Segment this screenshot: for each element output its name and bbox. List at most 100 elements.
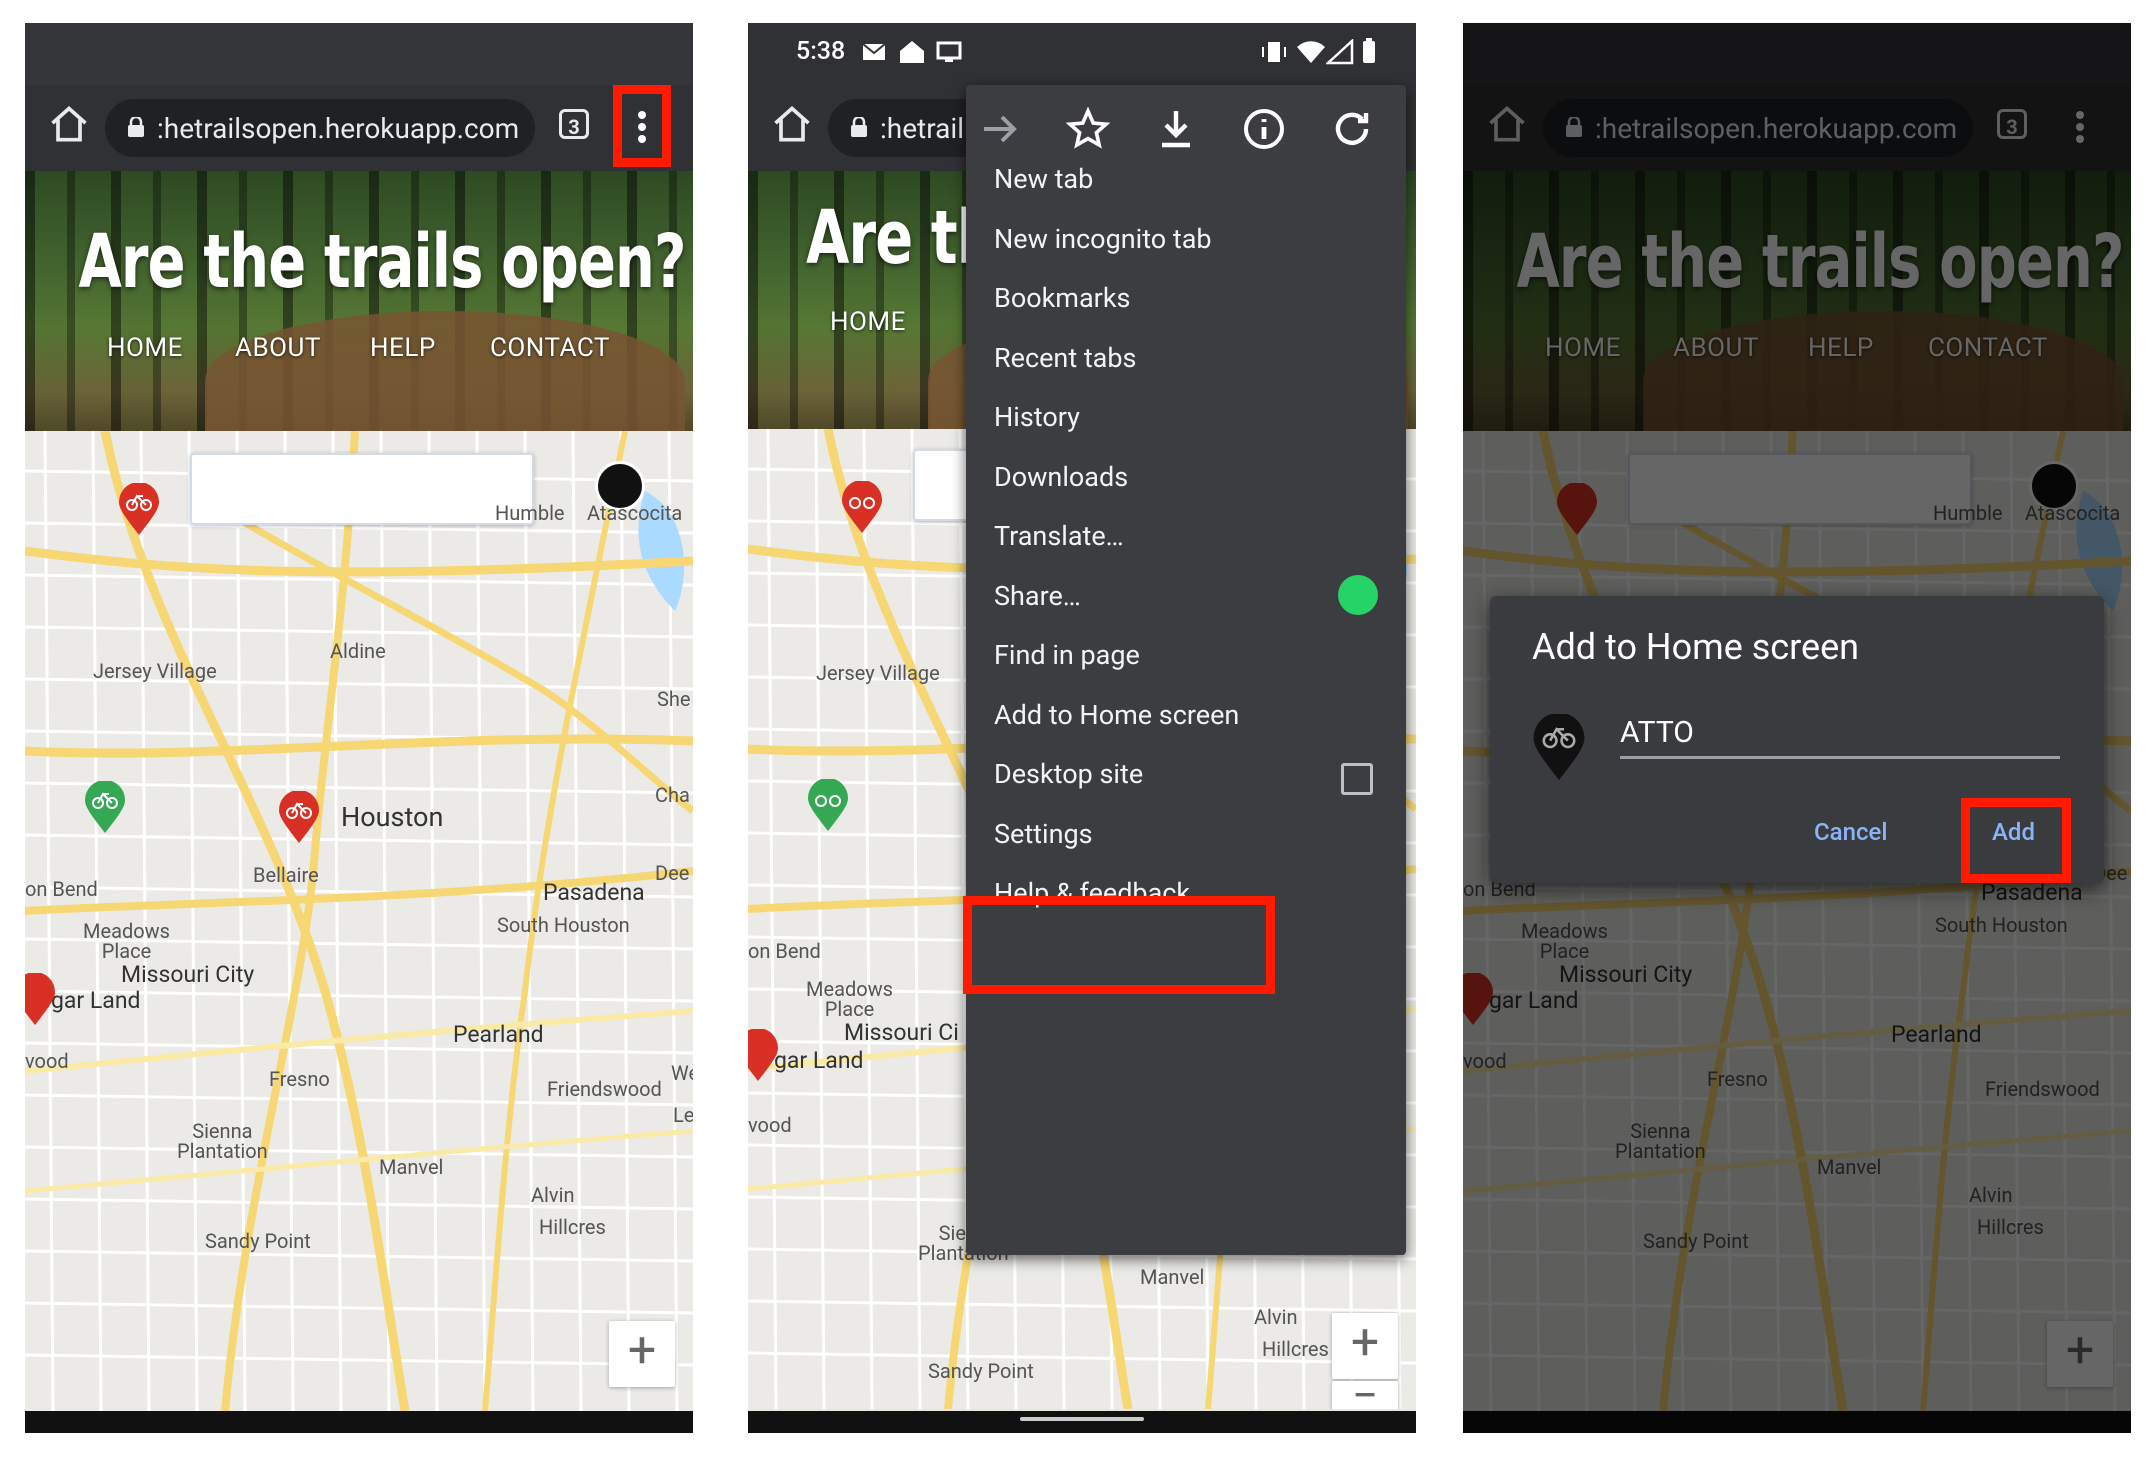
street-line [25,625,693,639]
place-label: Meadows Place [83,919,170,963]
info-icon[interactable] [1240,105,1288,153]
street-line [475,431,487,1411]
bookmark-star-icon[interactable] [1064,105,1112,153]
address-bar[interactable]: :hetrailsopen.herokuapp.com [105,99,535,157]
place-label: Pearland [453,1021,544,1048]
street-line [25,1197,693,1211]
map-search-input[interactable] [190,453,534,525]
desktop-site-checkbox[interactable] [1341,763,1373,795]
whatsapp-icon[interactable] [1338,575,1378,615]
place-label: Jersey Village [816,661,940,685]
home-icon[interactable] [47,103,91,147]
nav-home[interactable]: HOME [830,307,906,337]
trail-map[interactable]: Humble Atascocita Aldine Jersey Village … [25,431,693,1411]
place-label: Humble [495,501,565,525]
nav-bar [25,1411,693,1433]
place-label: Jersey Village [93,659,217,683]
trail-pin-green[interactable] [85,781,125,833]
menu-item-share[interactable]: Share… [994,580,1081,612]
status-time: 5:38 [796,37,846,66]
menu-item-translate[interactable]: Translate… [994,520,1124,552]
home-signal-icon [900,41,924,63]
url-text: :hetrailsopen.herokuapp.com [157,112,520,145]
place-label: Meadows Place [806,977,893,1021]
place-label: We [671,1061,693,1085]
status-bar [25,23,693,85]
menu-item-desktop-site[interactable]: Desktop site [994,758,1143,790]
nav-bar [748,1411,1416,1433]
place-label: Atascocita [587,501,683,525]
vibrate-icon [1262,42,1286,62]
dialog-title: Add to Home screen [1532,626,1860,668]
trail-pin-red[interactable] [119,483,159,535]
chrome-overflow-menu: New tab New incognito tab Bookmarks Rece… [966,85,1406,1255]
zoom-out-button[interactable]: − [1332,1373,1398,1409]
street-line [766,429,778,1409]
menu-item-settings[interactable]: Settings [994,818,1093,850]
menu-item-bookmarks[interactable]: Bookmarks [994,282,1130,314]
place-label: Missouri City [121,961,255,988]
status-bar: 5:38 [748,23,1416,85]
place-label: Sandy Point [928,1359,1034,1383]
highway-line [25,546,693,577]
place-label: South Houston [497,913,630,937]
place-label: vood [748,1113,792,1137]
place-label: Fresno [269,1067,330,1091]
menu-item-new-incognito-tab[interactable]: New incognito tab [994,223,1212,255]
browser-toolbar: :hetrailsopen.herokuapp.com 3 [25,85,693,171]
place-label: Sandy Point [205,1229,311,1253]
menu-item-add-to-home-screen[interactable]: Add to Home screen [994,699,1239,731]
place-label: Cha [655,783,690,807]
street-line [43,431,55,1411]
menu-item-find-in-page[interactable]: Find in page [994,639,1140,671]
gesture-handle[interactable] [1020,1417,1144,1421]
forward-icon[interactable] [976,105,1024,153]
trail-pin-red[interactable] [842,481,882,533]
panel-2-chrome-menu: 5:38 :hetrail Are th HOME Jersey Village… [748,23,1416,1433]
trail-pin-red[interactable] [25,973,55,1025]
place-label: Manvel [379,1155,444,1179]
tab-switcher-button[interactable]: 3 [559,109,589,139]
place-label: on Bend [25,877,98,901]
place-label: Alvin [531,1183,575,1207]
place-label: She [657,687,691,711]
place-label: Hillcres [539,1215,606,1239]
place-label: Sienna Plantation [177,1119,268,1163]
wifi-icon [1297,41,1325,63]
place-label: Aldine [330,639,386,663]
highlight-box-menu [613,85,671,167]
nav-about[interactable]: ABOUT [235,333,321,363]
home-icon[interactable] [770,103,814,147]
highlight-box-add-to-home [963,896,1275,994]
download-icon[interactable] [1152,105,1200,153]
street-line [427,431,439,1411]
trail-pin-green[interactable] [808,779,848,831]
street-line [25,833,693,847]
nav-contact[interactable]: CONTACT [490,333,610,363]
street-line [25,1301,693,1315]
menu-item-recent-tabs[interactable]: Recent tabs [994,342,1136,374]
highway-line [25,1008,693,1074]
panel-3-add-to-home-dialog: :hetrailsopen.herokuapp.com 3 Are the tr… [1463,23,2131,1433]
site-title: Are the trails open? [78,219,686,305]
reload-icon[interactable] [1328,105,1376,153]
menu-item-history[interactable]: History [994,401,1080,433]
street-line [25,1353,693,1367]
place-label: Bellaire [253,863,319,887]
hero-banner: Are the trails open? HOME ABOUT HELP CON… [25,171,693,431]
trail-pin-red[interactable] [279,791,319,843]
street-line [25,781,693,795]
nav-help[interactable]: HELP [370,333,436,363]
trail-pin-red[interactable] [748,1029,778,1081]
place-label-houston: Houston [341,801,444,833]
highway-line [25,734,693,758]
nav-home[interactable]: HOME [107,333,183,363]
cast-icon [936,41,962,62]
shortcut-name-input[interactable]: ATTO [1620,711,2060,759]
zoom-in-button[interactable]: + [609,1321,675,1387]
lock-icon [128,117,144,137]
menu-item-downloads[interactable]: Downloads [994,461,1128,493]
panel-1-chrome-page: :hetrailsopen.herokuapp.com 3 Are the tr… [25,23,693,1433]
menu-item-new-tab[interactable]: New tab [994,163,1093,195]
cancel-button[interactable]: Cancel [1814,818,1887,846]
